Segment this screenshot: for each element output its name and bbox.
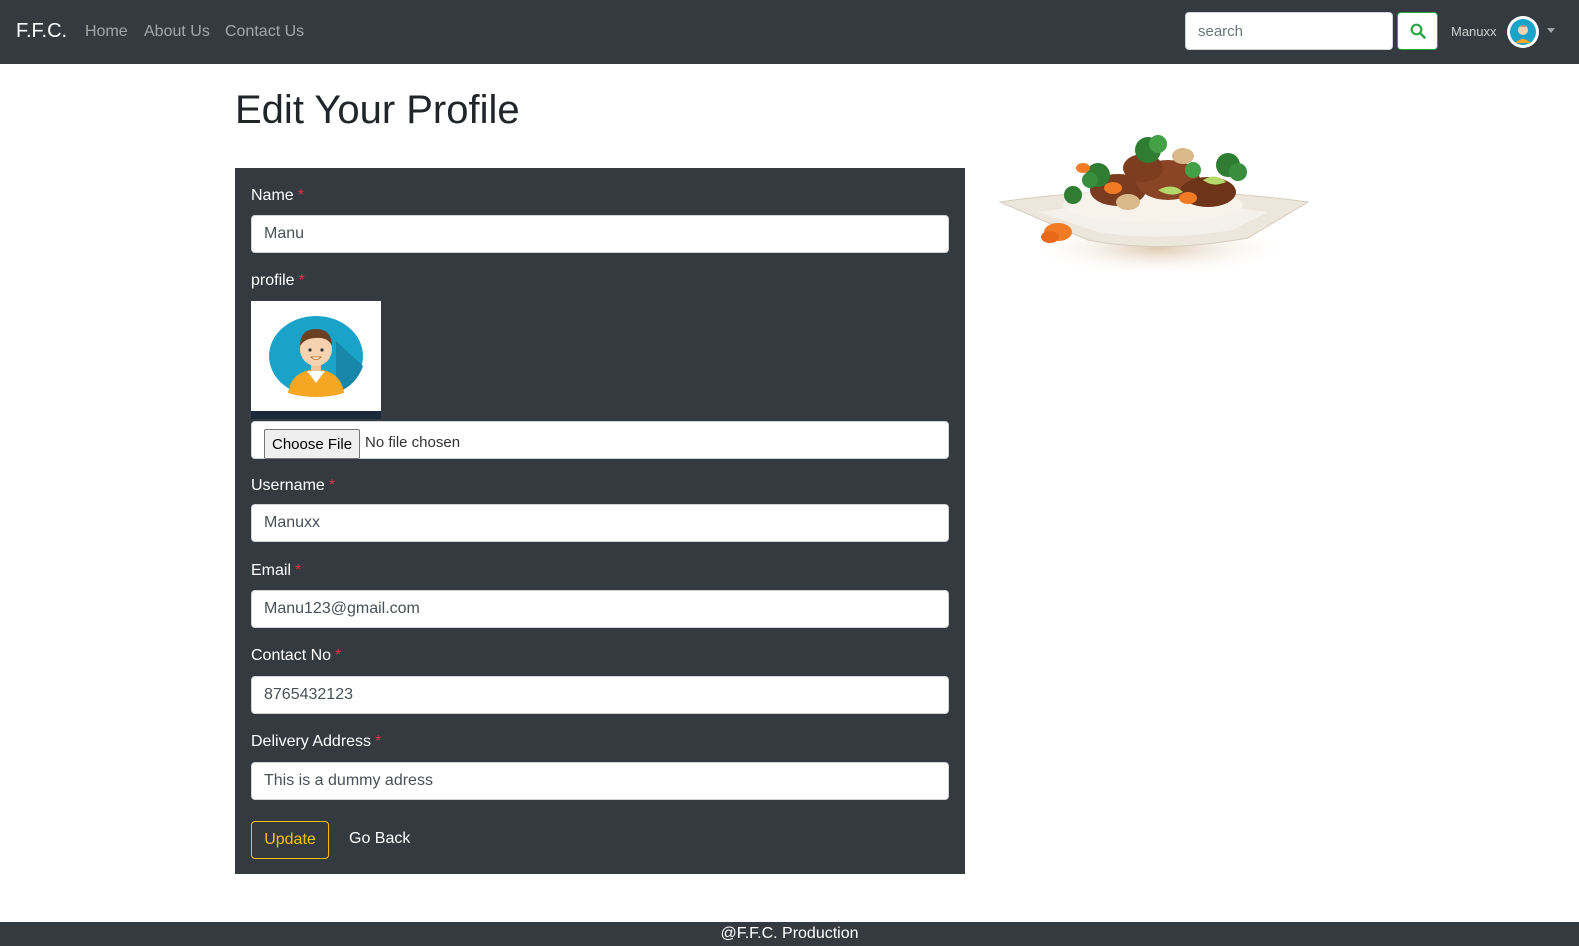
footer-text: @F.F.C. Production (720, 925, 859, 942)
required-mark: * (297, 187, 304, 204)
user-avatar[interactable] (1507, 16, 1539, 48)
name-label-text: Name (251, 187, 294, 204)
footer: @F.F.C. Production (0, 922, 1579, 946)
search-icon (1410, 23, 1426, 39)
email-label: Email * (251, 562, 301, 580)
required-mark: * (328, 477, 336, 494)
go-back-link[interactable]: Go Back (349, 830, 410, 848)
address-input[interactable] (251, 762, 949, 800)
file-status-text: No file chosen (365, 434, 461, 451)
page-title: Edit Your Profile (235, 88, 520, 132)
nav-contact-us[interactable]: Contact Us (225, 23, 304, 41)
nav-about-us[interactable]: About Us (144, 23, 210, 41)
name-label: Name * (251, 187, 304, 205)
profile-label-text: profile (251, 272, 295, 289)
username-label: Username * (251, 477, 335, 495)
required-mark: * (298, 272, 305, 289)
user-menu-name[interactable]: Manuxx (1451, 24, 1497, 39)
search-button[interactable] (1397, 12, 1438, 50)
brand-logo[interactable]: F.F.C. (16, 20, 67, 43)
food-plate-image (998, 120, 1316, 290)
address-label: Delivery Address * (251, 733, 381, 751)
required-mark: * (335, 647, 342, 664)
profile-picture-preview (251, 301, 381, 419)
username-label-text: Username (251, 477, 325, 494)
name-input[interactable] (251, 215, 949, 253)
search-input[interactable] (1185, 12, 1393, 50)
contact-input[interactable] (251, 676, 949, 714)
nav-home[interactable]: Home (85, 23, 128, 41)
profile-file-input[interactable]: Choose File No file chosen (251, 421, 949, 459)
profile-label: profile * (251, 272, 305, 290)
required-mark: * (295, 562, 302, 579)
profile-avatar-image (251, 301, 381, 419)
email-input[interactable] (251, 590, 949, 628)
navbar: F.F.C. Home About Us Contact Us Manuxx (0, 0, 1579, 64)
contact-label-text: Contact No (251, 647, 332, 664)
address-label-text: Delivery Address (251, 733, 372, 750)
required-mark: * (375, 733, 382, 750)
food-dish-illustration (998, 135, 1310, 276)
update-button[interactable]: Update (251, 821, 329, 859)
avatar-icon (1510, 19, 1536, 45)
choose-file-button[interactable]: Choose File (264, 429, 361, 459)
email-label-text: Email (251, 562, 292, 579)
username-input[interactable] (251, 504, 949, 542)
chevron-down-icon[interactable] (1547, 28, 1555, 33)
contact-label: Contact No * (251, 647, 341, 665)
edit-profile-form: Name* profile* Choose File No file chose… (235, 168, 965, 874)
